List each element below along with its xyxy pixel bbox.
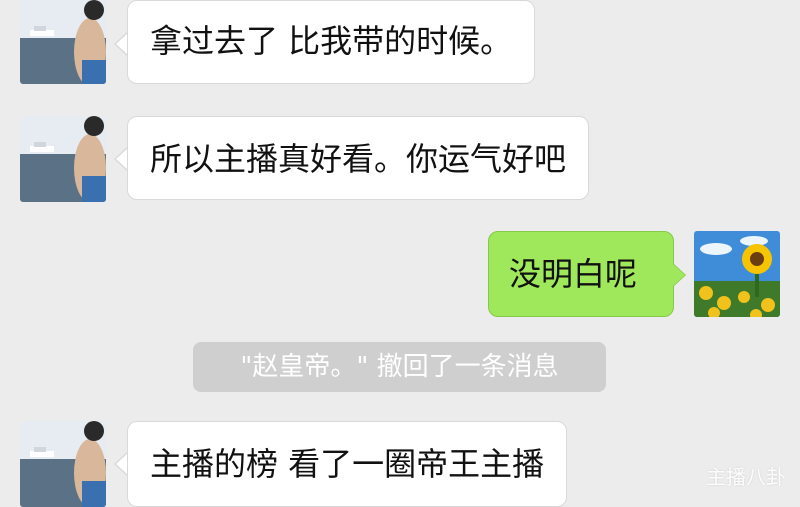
contact-avatar[interactable] [20, 421, 106, 507]
message-bubble[interactable]: 拿过去了 比我带的时候。 [127, 0, 536, 84]
recall-notice: "赵皇帝。" 撤回了一条消息 [193, 342, 606, 392]
message-text: 没明白呢 [509, 255, 638, 293]
contact-avatar[interactable] [20, 0, 106, 84]
message-text: 所以主播真好看。你运气好吧 [150, 140, 567, 178]
message-text: 主播的榜 看了一圈帝王主播 [150, 445, 545, 483]
self-avatar[interactable] [694, 231, 780, 317]
watermark-text: 主播八卦 [706, 465, 786, 489]
watermark-logo: 主播八卦 [706, 461, 786, 490]
contact-avatar[interactable] [20, 116, 106, 202]
recall-notice-text: "赵皇帝。" 撤回了一条消息 [240, 352, 559, 382]
message-text: 拿过去了 比我带的时候。 [150, 22, 513, 60]
message-bubble[interactable]: 主播的榜 看了一圈帝王主播 [127, 421, 568, 507]
message-bubble[interactable]: 没明白呢 [488, 231, 674, 317]
message-bubble[interactable]: 所以主播真好看。你运气好吧 [127, 116, 590, 200]
